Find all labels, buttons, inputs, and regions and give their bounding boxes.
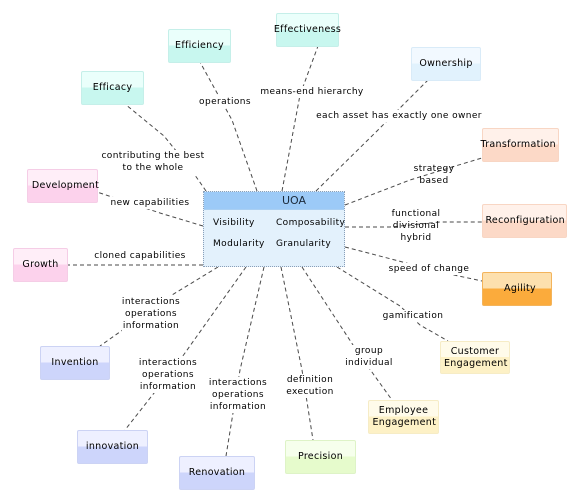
edge-label-efficacy: contributing the best to the whole [101,150,205,174]
node-label: Efficacy [92,82,133,93]
mind-map-canvas: operations contributing the best to the … [0,0,580,502]
node-ownership[interactable]: Ownership [411,47,481,81]
node-label: Transformation [480,139,556,150]
node-label: Effectiveness [273,24,342,35]
edge-label-effectiveness: means-end hierarchy [260,86,364,98]
node-label: Renovation [188,467,246,478]
central-node-uoa[interactable]: UOA Visibility Composability Modularity … [203,191,345,267]
edge-label-renovation: interactions operations information [208,377,268,413]
node-label: Ownership [419,58,473,69]
central-node-title: UOA [282,194,307,207]
edge-label-transformation: strategy based [413,164,455,186]
edge-label-innovation: interactions operations information [138,357,198,393]
attribute-visibility: Visibility [213,218,255,228]
edge-label-precision: definition execution [286,374,334,398]
node-label: Employee Engagement [372,405,437,428]
edge-effectiveness [281,45,319,192]
edge-label-reconfiguration: functional divisional hybrid [391,209,441,243]
node-efficacy[interactable]: Efficacy [81,71,144,105]
edge-label-efficiency: operations [199,96,251,108]
node-customer-engagement[interactable]: Customer Engagement [440,341,510,374]
node-label: Customer Engagement [444,345,508,369]
node-invention[interactable]: Invention [40,346,110,380]
node-agility[interactable]: Agility [482,272,552,306]
node-label: Development [31,180,100,191]
edge-label-employee-engagement: group individual [345,345,393,369]
node-development[interactable]: Development [27,169,100,203]
node-effectiveness[interactable]: Effectiveness [273,13,342,47]
central-node-header: UOA [204,192,344,210]
edge-label-growth: cloned capabilities [94,250,186,262]
edge-efficiency [199,61,258,192]
node-precision[interactable]: Precision [285,440,356,474]
attribute-modularity: Modularity [213,239,265,249]
node-renovation[interactable]: Renovation [179,456,255,490]
node-employee-engagement[interactable]: Employee Engagement [368,400,439,434]
edge-label-invention: interactions operations information [121,296,181,332]
edge-label-customer-engagement: gamification [382,310,444,322]
edge-customer-engagement [336,266,449,342]
node-label: Agility [504,283,536,294]
node-innovation[interactable]: innovation [77,430,148,464]
edge-label-ownership: each asset has exactly one owner [316,110,482,122]
edge-efficacy [124,103,207,192]
node-label: Precision [297,451,344,462]
node-efficiency[interactable]: Efficiency [168,29,231,63]
node-reconfiguration[interactable]: Reconfiguration [482,204,567,238]
edge-label-agility: speed of change [388,263,470,275]
node-label: Invention [51,357,99,368]
attribute-composability: Composability [276,218,346,228]
node-transformation[interactable]: Transformation [480,128,559,162]
edge-label-development: new capabilities [110,197,190,209]
edge-renovation [225,266,265,457]
node-label: Growth [22,259,59,270]
node-label: Efficiency [175,40,224,51]
node-growth[interactable]: Growth [13,248,68,282]
attribute-granularity: Granularity [276,239,332,249]
node-label: Reconfiguration [485,215,565,226]
node-label: innovation [85,441,140,452]
edge-precision [280,266,314,441]
